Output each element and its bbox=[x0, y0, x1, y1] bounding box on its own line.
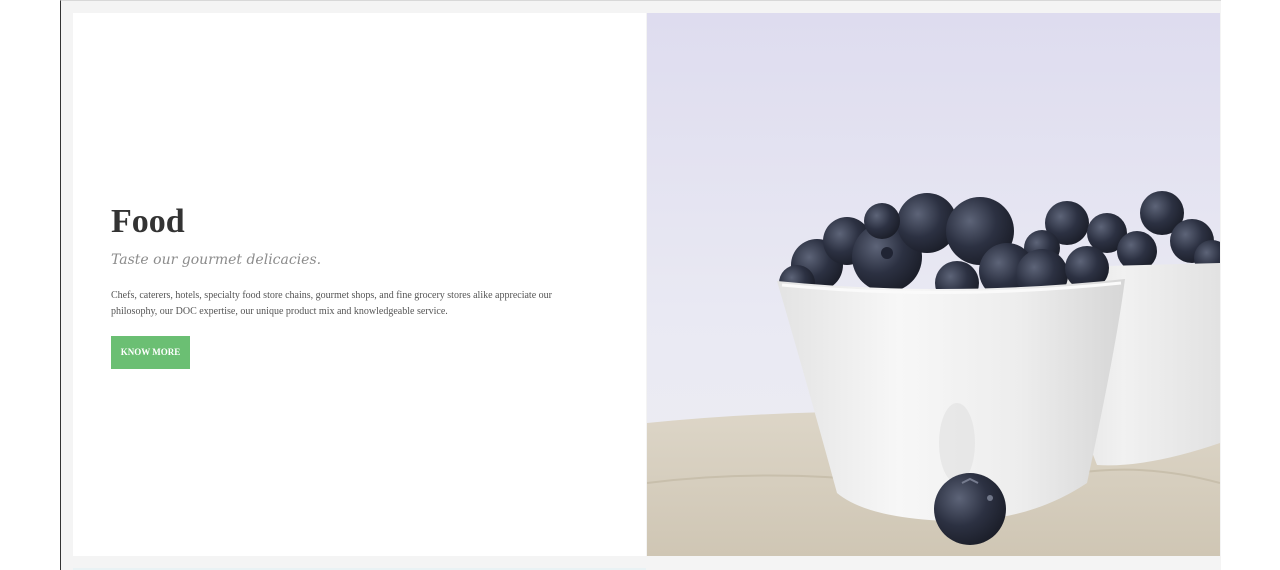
section-description: Chefs, caterers, hotels, specialty food … bbox=[111, 290, 552, 317]
blueberries-image bbox=[647, 13, 1220, 556]
know-more-button[interactable]: KNOW MORE bbox=[111, 336, 190, 370]
text-panel: Food Taste our gourmet delicacies. Chefs… bbox=[73, 13, 646, 556]
section-title: Food bbox=[111, 203, 185, 240]
text-content: Food Taste our gourmet delicacies. Chefs… bbox=[111, 203, 571, 370]
page: Food Taste our gourmet delicacies. Chefs… bbox=[0, 0, 1280, 570]
section-subtitle: Taste our gourmet delicacies. bbox=[111, 252, 322, 269]
food-image bbox=[647, 13, 1220, 556]
